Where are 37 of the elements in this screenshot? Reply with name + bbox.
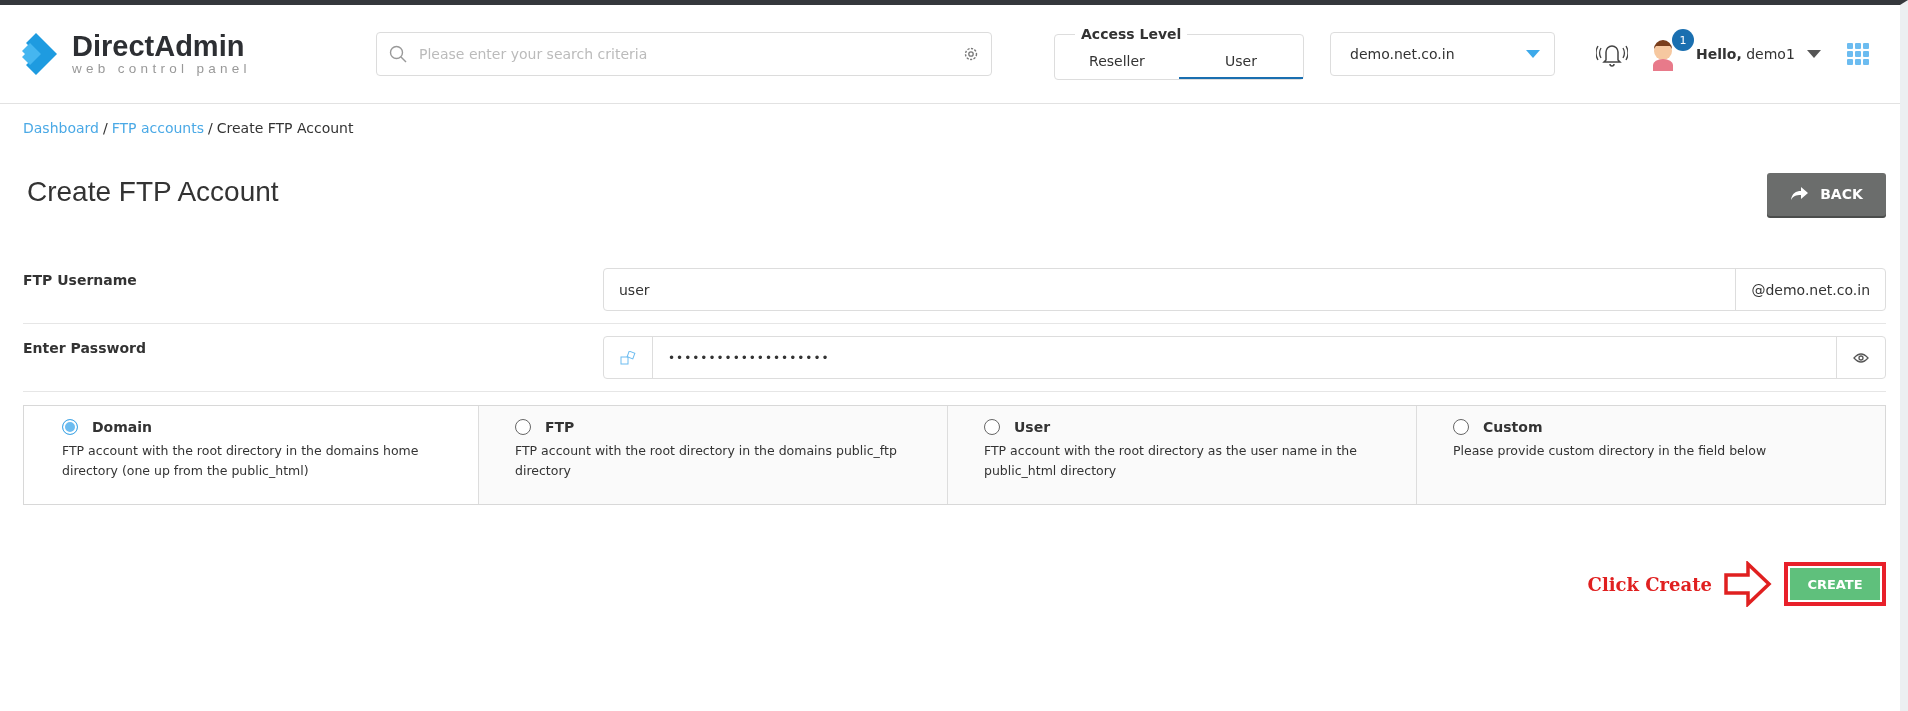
search-icon <box>389 45 407 63</box>
breadcrumb-separator: / <box>208 120 213 136</box>
page-title: Create FTP Account <box>26 176 279 208</box>
radio-button[interactable] <box>62 419 78 435</box>
caret-icon <box>1526 50 1540 58</box>
option-description: Please provide custom directory in the field below <box>1453 442 1768 460</box>
option-description: FTP account with the root directory in the domains public_ftp directory <box>515 442 898 480</box>
access-level-tab[interactable]: Reseller <box>1055 45 1179 79</box>
option-label: User <box>1014 419 1051 435</box>
settings-icon[interactable] <box>963 46 979 62</box>
logo-name: DirectAdmin <box>72 32 246 62</box>
logo-tagline: web control panel <box>72 62 251 76</box>
user-menu[interactable]: Hello, demo1 <box>1696 46 1795 62</box>
option-label: Domain <box>92 419 153 435</box>
annotation-text: Click Create <box>1587 573 1712 595</box>
option-description: FTP account with the root directory in the domains home directory (one up from the public_html) <box>62 442 420 480</box>
domain-select[interactable]: demo.net.co.in <box>1330 32 1555 76</box>
caret-icon[interactable] <box>1806 50 1821 58</box>
breadcrumb-current: Create FTP Account <box>216 120 354 136</box>
option-description: FTP account with the root directory as the user name in the public_html directory <box>984 442 1358 480</box>
directory-option[interactable]: FTP FTP account with the root directory in the domains public_ftp directory <box>478 406 947 504</box>
search-field[interactable]: Please enter your search criteria <box>376 32 992 76</box>
notification-badge: 1 <box>1672 29 1694 51</box>
option-label: Custom <box>1483 419 1543 435</box>
field-label: FTP Username <box>23 271 138 288</box>
field-label: Enter Password <box>23 339 147 356</box>
option-label: FTP <box>545 419 575 435</box>
radio-button[interactable] <box>1453 419 1469 435</box>
radio-button[interactable] <box>984 419 1000 435</box>
directory-option[interactable]: User FTP account with the root directory as the user name in the public_html directory <box>947 406 1416 504</box>
breadcrumb-separator: / <box>102 120 108 136</box>
access-level-tab[interactable]: User <box>1179 45 1303 79</box>
arrow-icon <box>1724 561 1772 607</box>
radio-button[interactable] <box>515 419 531 435</box>
share-arrow-icon <box>1790 187 1809 201</box>
back-button[interactable]: BACK <box>1767 172 1886 216</box>
directory-option[interactable]: Custom Please provide custom directory in the field below <box>1416 406 1885 504</box>
